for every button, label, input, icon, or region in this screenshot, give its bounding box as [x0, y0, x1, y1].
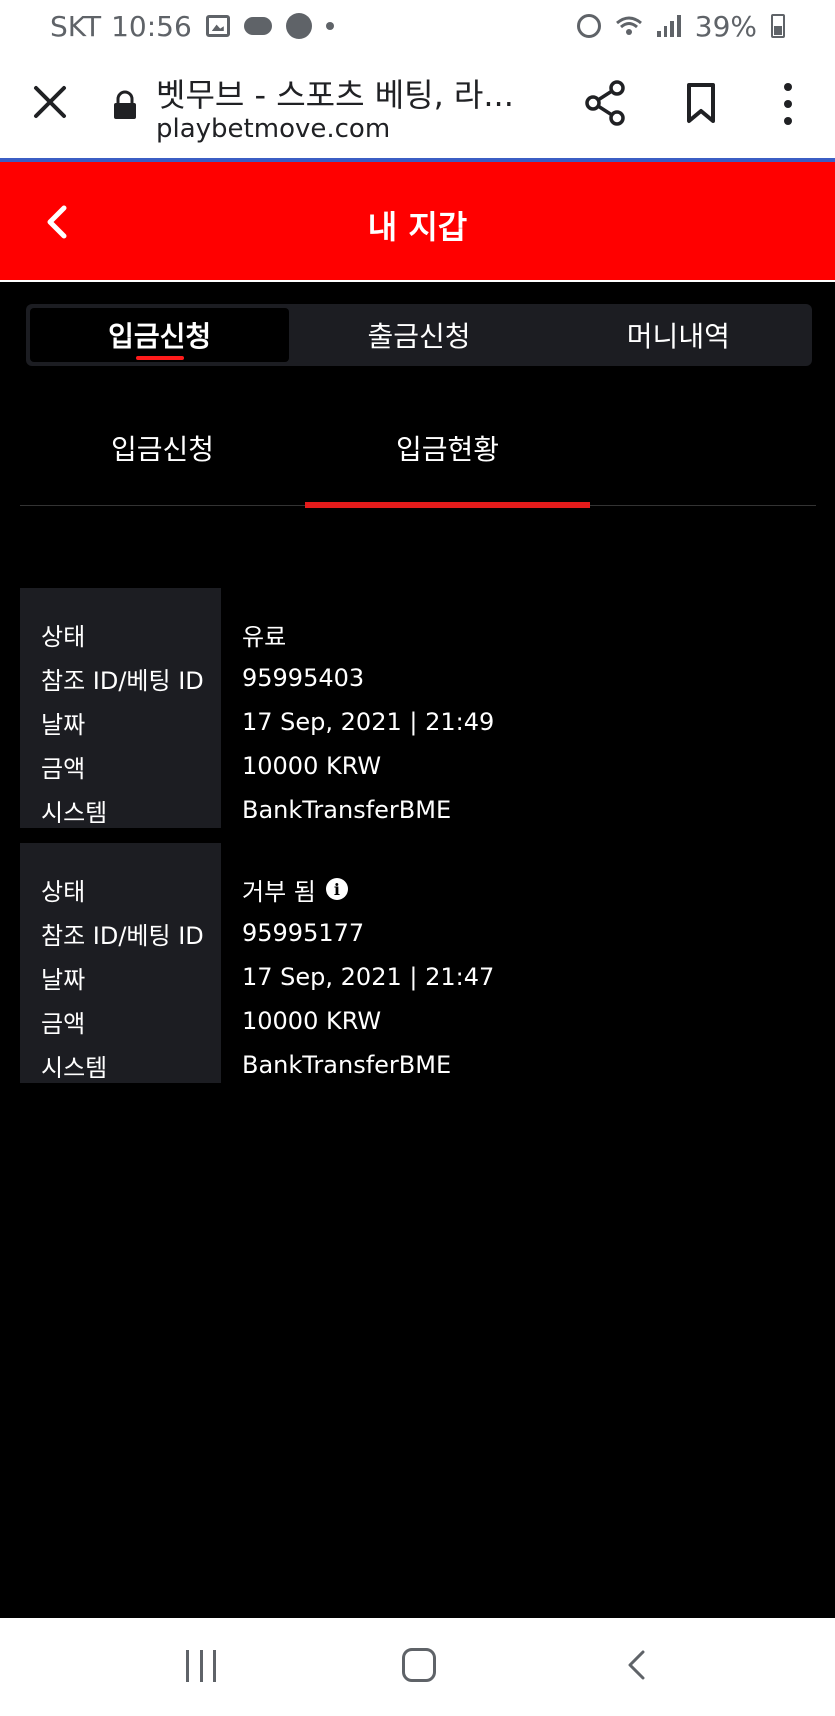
record-row-status: 상태 거부 됨 i	[20, 867, 816, 911]
amount-value: 10000 KRW	[242, 1007, 382, 1035]
status-right: 39%	[576, 9, 785, 43]
record-row-system: 시스템 BankTransferBME	[20, 788, 816, 832]
android-nav-bar	[0, 1618, 835, 1716]
date-label: 날짜	[41, 710, 86, 739]
amount-label: 금액	[41, 754, 86, 783]
subtab-deposit-status[interactable]: 입금현황	[305, 410, 590, 508]
share-icon[interactable]	[584, 80, 626, 126]
record-row-amount: 금액 10000 KRW	[20, 999, 816, 1043]
recent-apps-icon[interactable]	[186, 1650, 216, 1682]
wifi-icon	[615, 16, 642, 35]
page-title: 내 지갑	[367, 208, 468, 246]
ref-value: 95995403	[242, 664, 365, 692]
status-value: 유료	[242, 622, 287, 651]
status-value: 거부 됨	[242, 877, 316, 906]
alarm-icon	[576, 14, 601, 38]
tab-deposit-request[interactable]: 입금신청	[30, 308, 290, 362]
status-label: 상태	[41, 622, 86, 651]
bookmark-icon[interactable]	[686, 82, 716, 124]
amount-label: 금액	[41, 1009, 86, 1038]
more-notifications-icon	[325, 22, 334, 30]
date-value: 17 Sep, 2021 | 21:47	[242, 963, 495, 991]
ref-label: 참조 ID/베팅 ID	[41, 921, 204, 950]
status-left: SKT 10:56	[50, 10, 334, 43]
record-row-system: 시스템 BankTransferBME	[20, 1043, 816, 1087]
tab-withdraw-request[interactable]: 출금신청	[289, 308, 548, 362]
deposit-record: 상태 유료 참조 ID/베팅 ID 95995403 날짜 17 Sep, 20…	[20, 588, 816, 828]
record-row-date: 날짜 17 Sep, 2021 | 21:47	[20, 955, 816, 999]
carrier: SKT	[50, 9, 102, 43]
battery-icon	[771, 14, 785, 38]
status-bar: SKT 10:56 39%	[0, 0, 835, 52]
info-icon[interactable]: i	[325, 878, 348, 900]
subtab-deposit-request[interactable]: 입금신청	[20, 410, 305, 506]
record-row-amount: 금액 10000 KRW	[20, 744, 816, 788]
more-icon[interactable]	[780, 82, 796, 126]
status-label: 상태	[41, 877, 86, 906]
system-value: BankTransferBME	[242, 1051, 452, 1079]
wallet-tabs: 입금신청 출금신청 머니내역	[26, 304, 812, 366]
system-label: 시스템	[41, 1053, 108, 1082]
cloud-icon	[243, 17, 272, 35]
lock-icon	[114, 90, 136, 119]
date-value: 17 Sep, 2021 | 21:49	[242, 708, 495, 736]
gallery-icon	[205, 15, 230, 37]
record-row-ref: 참조 ID/베팅 ID 95995177	[20, 911, 816, 955]
ref-value: 95995177	[242, 919, 365, 947]
signal-icon	[656, 15, 681, 37]
nav-back-icon[interactable]	[624, 1648, 648, 1682]
browser-bar: 벳무브 - 스포츠 베팅, 라... playbetmove.com	[0, 52, 835, 158]
deposit-sub-tabs: 입금신청 입금현황	[20, 410, 816, 508]
tab-money-history[interactable]: 머니내역	[549, 308, 808, 362]
battery-percent: 39%	[694, 9, 757, 43]
amount-value: 10000 KRW	[242, 752, 382, 780]
home-icon[interactable]	[402, 1648, 436, 1682]
clock: 10:56	[111, 9, 192, 43]
system-label: 시스템	[41, 798, 108, 827]
app-header: 내 지갑	[0, 162, 835, 282]
browser-url[interactable]: playbetmove.com	[156, 114, 390, 144]
record-row-date: 날짜 17 Sep, 2021 | 21:49	[20, 700, 816, 744]
date-label: 날짜	[41, 965, 86, 994]
close-icon[interactable]	[30, 82, 70, 122]
deposit-record: 상태 거부 됨 i 참조 ID/베팅 ID 95995177 날짜 17 Sep…	[20, 843, 816, 1083]
record-row-ref: 참조 ID/베팅 ID 95995403	[20, 656, 816, 700]
ref-label: 참조 ID/베팅 ID	[41, 666, 204, 695]
system-value: BankTransferBME	[242, 796, 452, 824]
browser-page-title[interactable]: 벳무브 - 스포츠 베팅, 라...	[156, 70, 514, 116]
record-row-status: 상태 유료	[20, 612, 816, 656]
messenger-icon	[285, 13, 312, 39]
